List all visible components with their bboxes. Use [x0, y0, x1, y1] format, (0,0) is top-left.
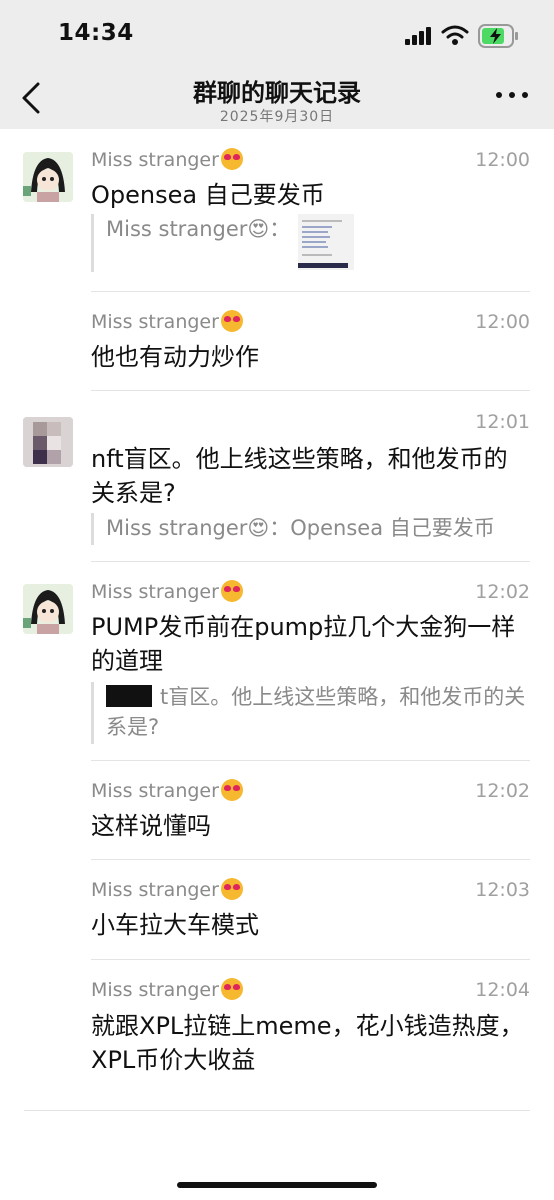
divider	[91, 561, 530, 562]
avatar[interactable]	[23, 417, 73, 467]
message-time: 12:02	[475, 581, 530, 603]
message-time: 12:01	[475, 411, 530, 433]
message-content: nft盲区。他上线这些策略，和他发币的关系是?	[91, 445, 508, 507]
home-indicator[interactable]	[177, 1182, 377, 1188]
heart-eyes-emoji-icon	[220, 148, 243, 170]
divider	[24, 1110, 530, 1111]
sender-name: Miss stranger	[91, 148, 243, 171]
sender-name: Miss stranger	[91, 878, 243, 901]
message-content: 小车拉大车模式	[91, 911, 259, 939]
message-time: 12:00	[475, 311, 530, 333]
sender-name: Miss stranger	[91, 580, 243, 603]
message-content: 他也有动力炒作	[91, 343, 259, 371]
message-time: 12:04	[475, 979, 530, 1001]
redacted-block	[106, 685, 152, 707]
divider	[91, 390, 530, 391]
status-time: 14:34	[58, 20, 134, 46]
message-content: PUMP发币前在pump拉几个大金狗一样的道理	[91, 613, 516, 675]
more-icon[interactable]	[494, 92, 530, 102]
sender-name: Miss stranger	[91, 978, 243, 1001]
heart-eyes-emoji-icon	[220, 878, 243, 900]
battery-icon	[478, 24, 518, 48]
message-time: 12:02	[475, 780, 530, 802]
quoted-message[interactable]: t盲区。他上线这些策略，和他发币的关系是?	[91, 682, 529, 744]
divider	[91, 291, 530, 292]
page-date: 2025年9月30日	[219, 109, 335, 125]
image-thumbnail[interactable]	[298, 214, 355, 270]
divider	[91, 760, 530, 761]
divider	[91, 959, 530, 960]
quoted-message[interactable]: Miss stranger😍：	[91, 214, 529, 272]
wifi-icon	[441, 25, 469, 45]
heart-eyes-emoji-icon	[220, 310, 243, 332]
message-time: 12:03	[475, 879, 530, 901]
message-content: 就跟XPL拉链上meme，花小钱造热度，XPL币价大收益	[91, 1012, 524, 1074]
quoted-message[interactable]: Miss stranger😍：Opensea 自己要发币	[91, 513, 529, 545]
avatar[interactable]	[23, 152, 73, 202]
message-time: 12:00	[475, 149, 530, 171]
heart-eyes-emoji-icon	[220, 779, 243, 801]
page-title: 群聊的聊天记录	[193, 79, 361, 107]
message-content: Opensea 自己要发币	[91, 181, 325, 209]
sender-name: Miss stranger	[91, 779, 243, 802]
heart-eyes-emoji-icon	[220, 580, 243, 602]
heart-eyes-emoji-icon	[220, 978, 243, 1000]
divider	[91, 859, 530, 860]
signal-icon	[405, 27, 433, 45]
sender-name: Miss stranger	[91, 310, 243, 333]
message-content: 这样说懂吗	[91, 812, 211, 840]
avatar[interactable]	[23, 584, 73, 634]
